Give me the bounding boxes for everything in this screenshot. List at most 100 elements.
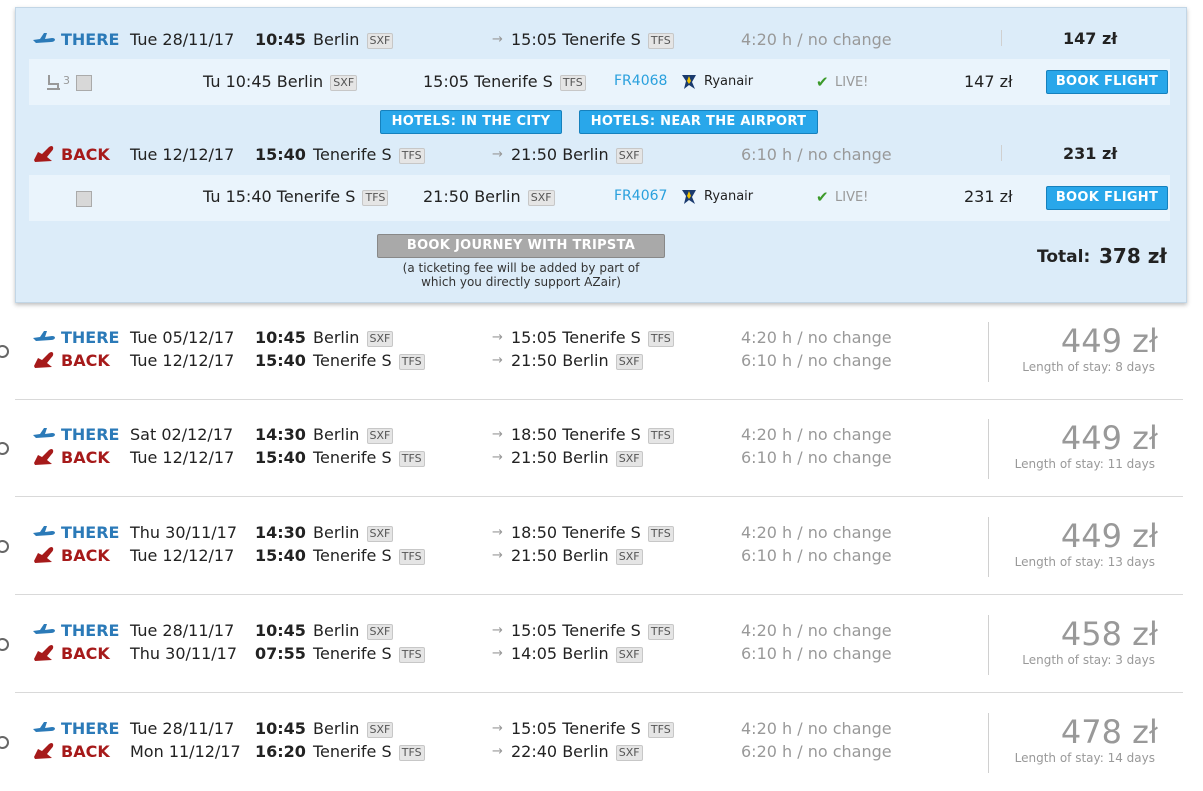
airport-code: TFS [559,75,586,91]
back-label: BACK [61,644,110,663]
result-price: 449 zł [1060,517,1158,555]
arrow-right-icon: → [492,548,503,563]
airport-code: SXF [615,745,643,761]
there-label: THERE [61,328,120,347]
live-status: LIVE! [835,75,869,90]
plane-there-icon [32,523,56,543]
back-date: Tue 12/12/17 [130,546,235,565]
back-detail-departure: Tu 15:40 Tenerife S TFS [203,187,389,206]
there-from: Berlin SXF [313,328,394,347]
ryanair-logo-icon [680,73,698,95]
back-time: 16:20 [255,742,306,761]
total-value: 378 zł [1099,244,1167,268]
arrow-right-icon: → [492,744,503,759]
back-date: Mon 11/12/17 [130,742,241,761]
plane-back-icon [32,742,56,764]
airport-code: TFS [398,745,425,761]
back-arrival: 21:50 Berlin SXF [511,546,643,565]
airport-code: TFS [647,526,674,542]
result-price: 449 zł [1060,322,1158,360]
airport-code: TFS [362,190,389,206]
airport-code: SXF [615,354,643,370]
ryanair-logo-icon [680,188,698,210]
plane-there-icon [32,621,56,641]
live-status: LIVE! [835,190,869,205]
back-label: BACK [61,448,110,467]
length-of-stay: Length of stay: 8 days [1022,360,1155,374]
hotels-city-button[interactable]: HOTELS: IN THE CITY [380,110,562,134]
there-date: Sat 02/12/17 [130,425,234,444]
row-divider [15,399,1183,400]
there-time: 10:45 [255,621,306,640]
back-label: BACK [61,546,110,565]
plane-back-icon [32,546,56,568]
arrow-right-icon: → [492,646,503,661]
pin-icon [0,736,9,749]
length-of-stay: Length of stay: 14 days [1014,751,1155,765]
there-time: 10:45 [255,719,306,738]
there-from: Berlin SXF [313,523,394,542]
flight-number-link[interactable]: FR4067 [614,188,667,204]
book-flight-back-button[interactable]: BOOK FLIGHT [1046,186,1168,210]
back-label: BACK [61,742,110,761]
back-duration: 6:10 h / no change [741,448,892,467]
fee-note-line-2: which you directly support AZair) [421,275,621,289]
seat-icon [46,73,62,95]
there-arrival: 18:50 Tenerife S TFS [511,425,674,444]
airport-code: SXF [366,624,394,640]
length-of-stay: Length of stay: 3 days [1022,653,1155,667]
back-duration: 6:10 h / no change [741,145,892,164]
back-from: Tenerife S TFS [313,644,425,663]
plane-back-icon [32,448,56,470]
book-flight-there-button[interactable]: BOOK FLIGHT [1046,70,1168,94]
seat-count: 3 [63,74,70,87]
back-label: BACK [61,145,110,164]
row-divider [15,496,1183,497]
result-price: 478 zł [1060,713,1158,751]
arrow-right-icon: → [492,623,503,638]
back-date: Tue 12/12/17 [130,448,235,467]
book-journey-button[interactable]: BOOK JOURNEY WITH TRIPSTA [377,234,665,258]
image-icon [76,191,92,207]
airport-code: TFS [647,624,674,640]
airport-code: SXF [366,331,394,347]
there-label: THERE [61,30,120,49]
there-date: Tue 05/12/17 [130,328,235,347]
there-price: 147 zł [1063,29,1118,48]
there-date: Tue 28/11/17 [130,30,235,49]
plane-back-icon [32,145,56,167]
airport-code: SXF [615,451,643,467]
flight-number-link[interactable]: FR4068 [614,73,667,89]
airport-code: SXF [330,75,358,91]
hotels-airport-button[interactable]: HOTELS: NEAR THE AIRPORT [579,110,818,134]
back-duration: 6:20 h / no change [741,742,892,761]
separator [988,322,989,382]
airport-code: TFS [398,148,425,164]
airport-code: SXF [366,526,394,542]
airline-name: Ryanair [704,189,754,204]
there-detail-arrival: 15:05 Tenerife S TFS [423,72,586,91]
back-arrival: 14:05 Berlin SXF [511,644,643,663]
there-detail-price: 147 zł [964,72,1013,91]
back-time: 15:40 [255,351,306,370]
separator [1001,145,1002,161]
there-arrival: 15:05 Tenerife S TFS [511,328,674,347]
there-time: 14:30 [255,523,306,542]
there-duration: 4:20 h / no change [741,328,892,347]
plane-there-icon [32,425,56,445]
pin-icon [0,442,9,455]
back-arrival: 21:50 Berlin SXF [511,145,643,164]
back-label: BACK [61,351,110,370]
separator [988,615,989,675]
result-price: 458 zł [1060,615,1158,653]
airport-code: SXF [366,428,394,444]
total-label: Total: [1037,247,1091,267]
airport-code: TFS [398,451,425,467]
result-price: 449 zł [1060,419,1158,457]
there-arrival: 18:50 Tenerife S TFS [511,523,674,542]
separator [988,713,989,773]
there-arrival: 15:05 Tenerife S TFS [511,30,674,49]
arrow-right-icon: → [492,450,503,465]
airport-code: SXF [366,722,394,738]
airport-code: TFS [647,722,674,738]
